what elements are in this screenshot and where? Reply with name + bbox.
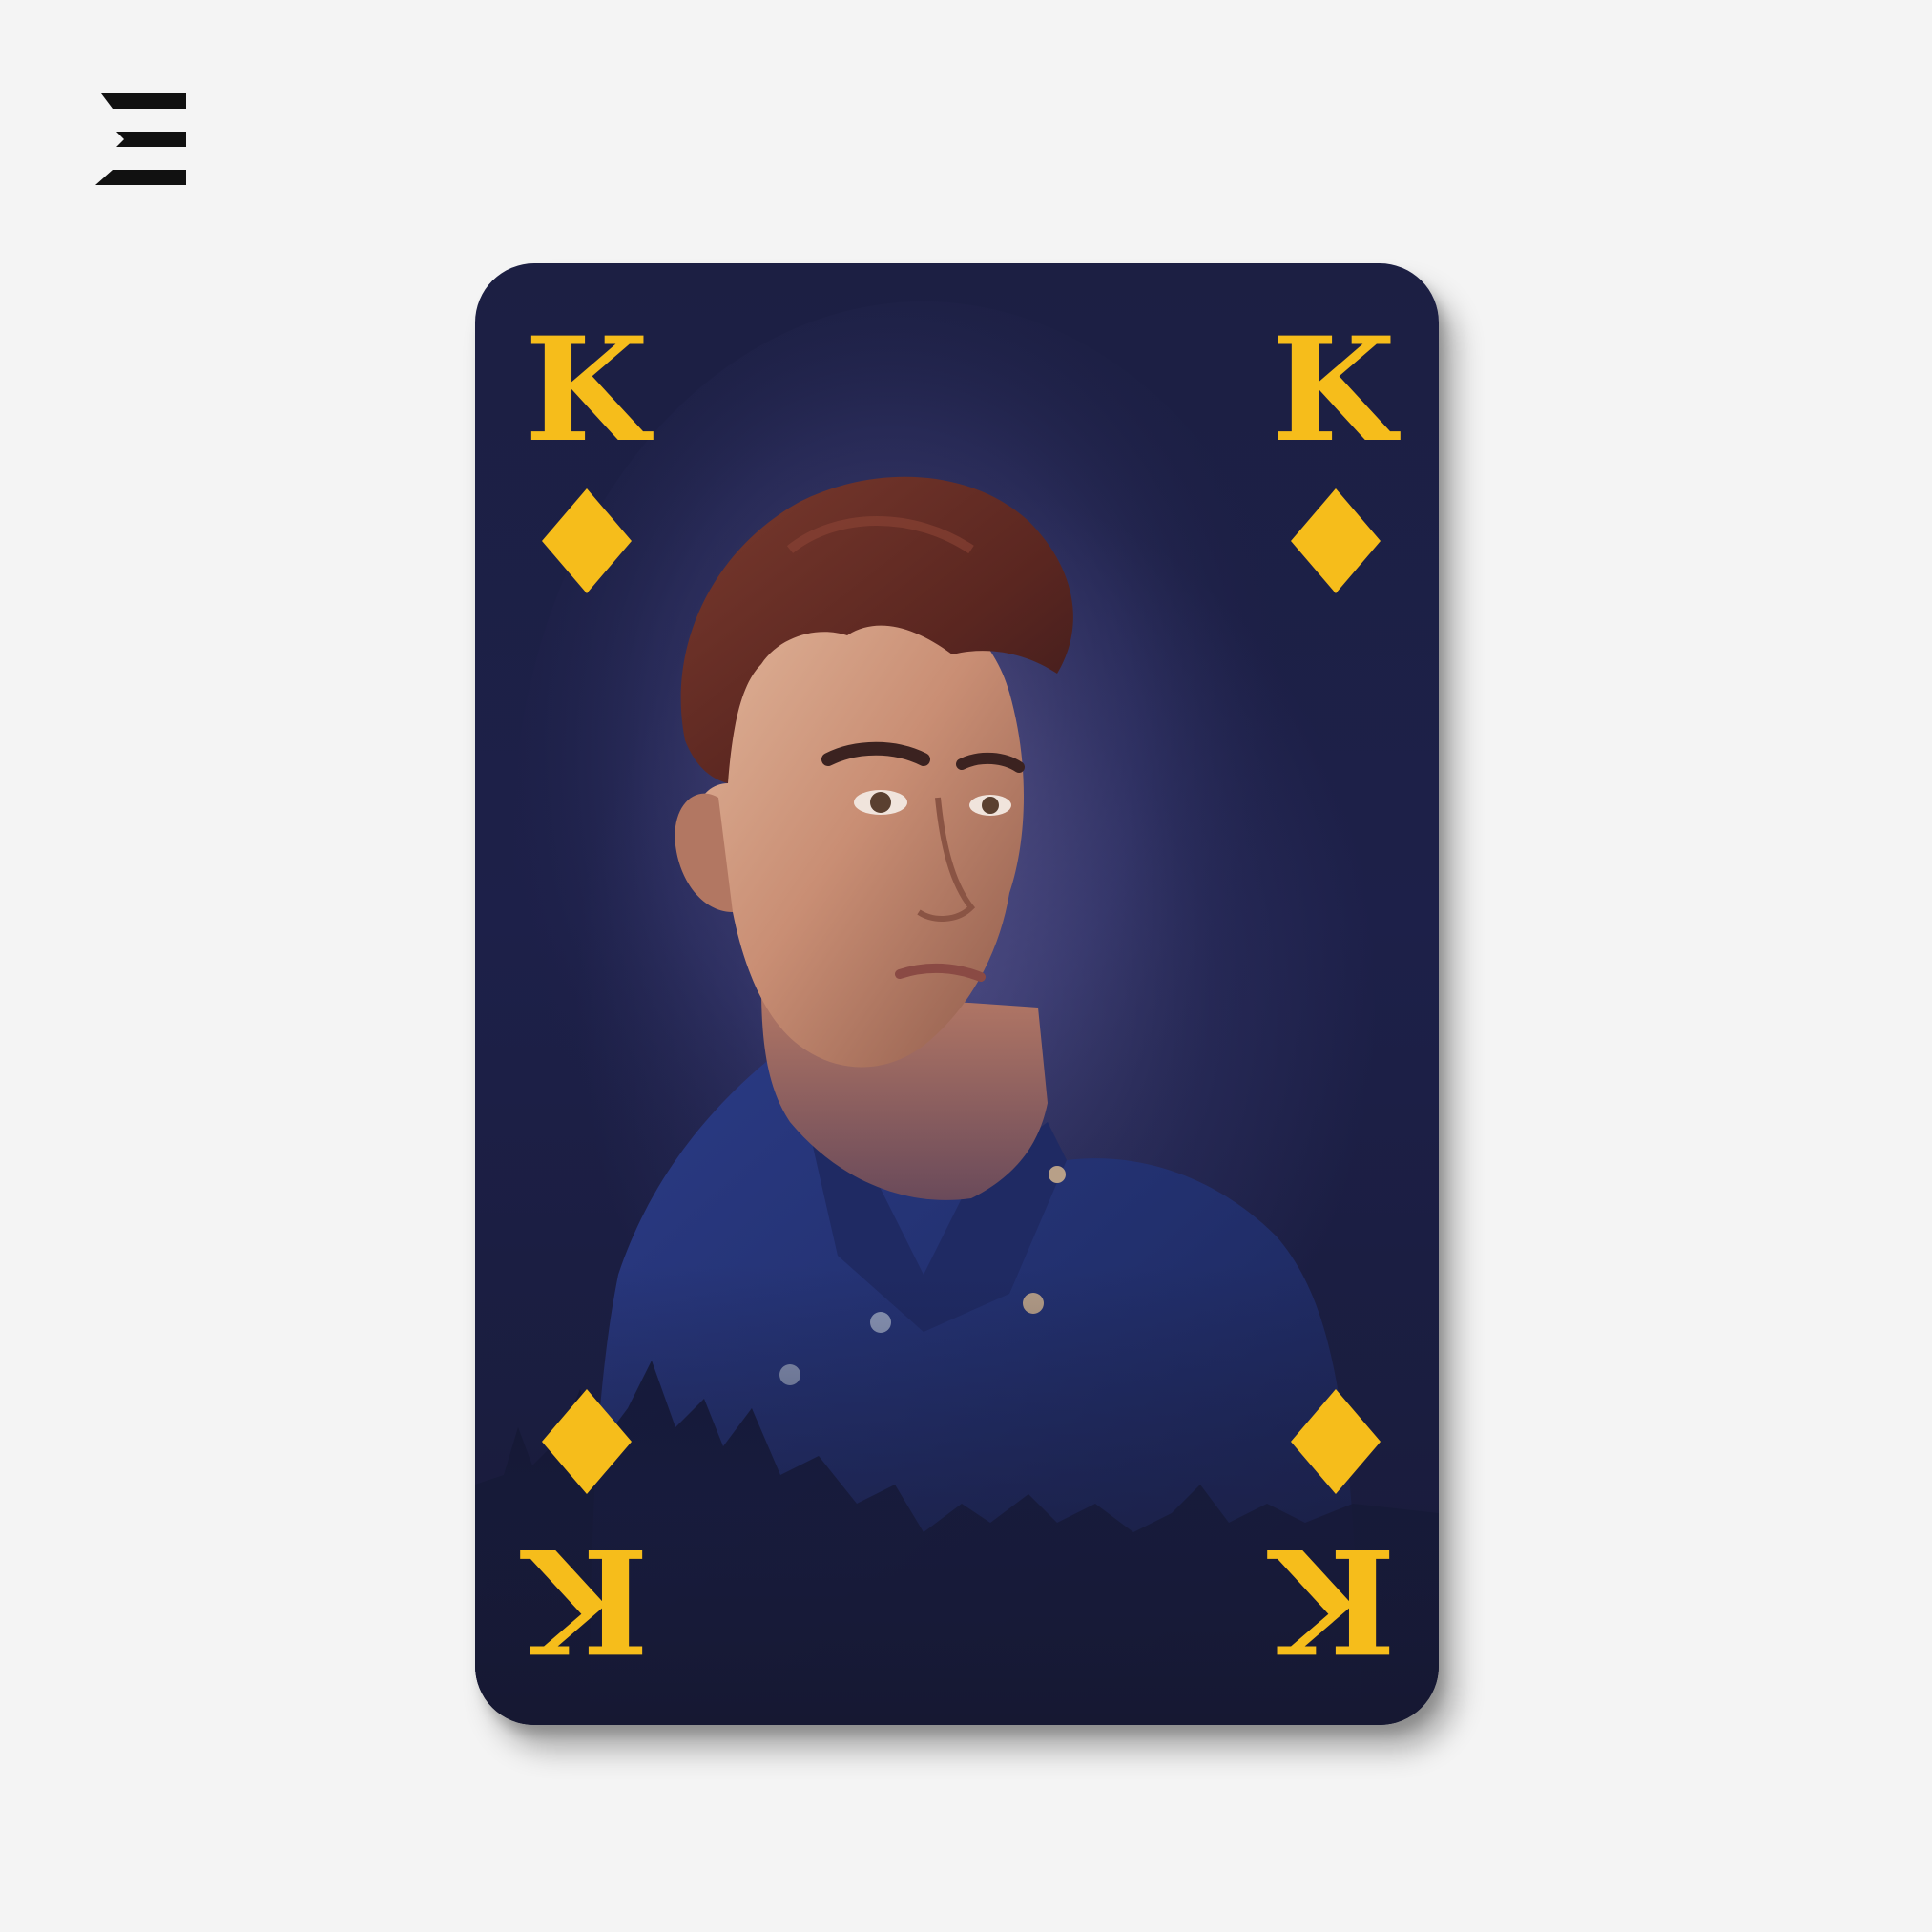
playing-card[interactable]: K K K K	[475, 263, 1439, 1725]
rank-bottom-left: K	[524, 1516, 650, 1684]
portrait-image	[475, 301, 1439, 1725]
rank-bottom-right: K	[1271, 1516, 1397, 1684]
page: K K K K	[0, 0, 1932, 1932]
diamond-suit-icon	[542, 488, 632, 593]
diamond-suit-icon	[542, 1389, 632, 1494]
brand-logo-icon[interactable]	[95, 93, 186, 185]
rank-top-right: K	[1271, 306, 1397, 474]
rank-top-left: K	[524, 306, 650, 474]
diamond-suit-icon	[1291, 1389, 1381, 1494]
diamond-suit-icon	[1291, 488, 1381, 593]
